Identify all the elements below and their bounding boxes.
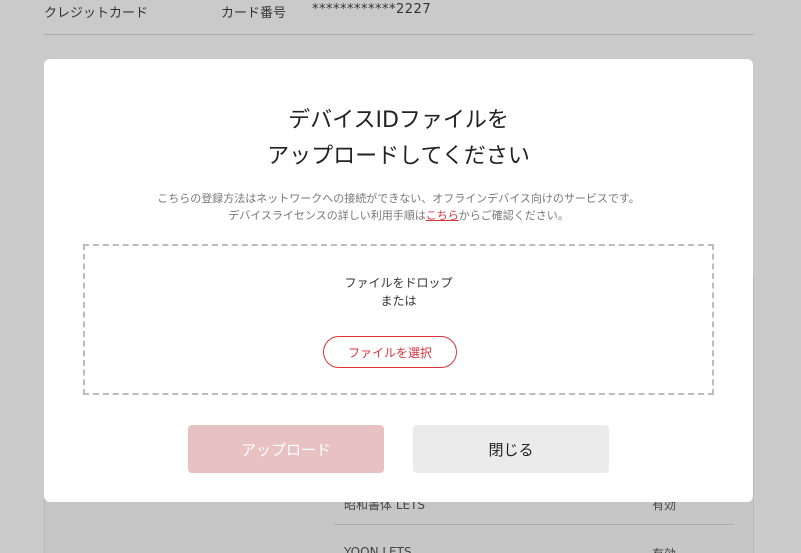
font-row: YOON LETS 有効 xyxy=(334,545,734,553)
description-text: からご確認ください。 xyxy=(458,209,569,222)
modal-title: デバイスIDファイルを アップロードしてください xyxy=(44,103,753,175)
instructions-link[interactable]: こちら xyxy=(426,209,459,222)
modal-title-line: デバイスIDファイルを xyxy=(288,108,509,133)
drop-text-line: ファイルをドロップ xyxy=(344,276,453,290)
card-number-label: カード番号 xyxy=(221,6,287,21)
drop-text-line: または xyxy=(380,294,417,308)
drop-instructions: ファイルをドロップ または xyxy=(85,274,712,310)
modal-description: こちらの登録方法はネットワークへの接続ができない、オフラインデバイス向けのサービ… xyxy=(44,190,753,224)
file-drop-zone[interactable]: ファイルをドロップ または ファイルを選択 xyxy=(83,244,714,395)
font-row-divider xyxy=(334,524,734,525)
description-line: こちらの登録方法はネットワークへの接続ができない、オフラインデバイス向けのサービ… xyxy=(157,192,640,205)
font-name: YOON LETS xyxy=(344,545,412,553)
upload-button[interactable]: アップロード xyxy=(188,425,384,473)
card-number-value: ************2227 xyxy=(312,2,432,17)
upload-device-id-modal: デバイスIDファイルを アップロードしてください こちらの登録方法はネットワーク… xyxy=(44,59,753,502)
description-line: デバイスライセンスの詳しい利用手順はこちらからご確認ください。 xyxy=(44,207,753,224)
payment-method-label: クレジットカード xyxy=(44,6,149,21)
payment-divider xyxy=(44,34,754,35)
modal-title-line: アップロードしてください xyxy=(267,144,530,169)
select-file-button[interactable]: ファイルを選択 xyxy=(323,336,457,368)
description-text: デバイスライセンスの詳しい利用手順は xyxy=(228,209,426,222)
font-status: 有効 xyxy=(652,545,676,553)
close-button[interactable]: 閉じる xyxy=(413,425,609,473)
